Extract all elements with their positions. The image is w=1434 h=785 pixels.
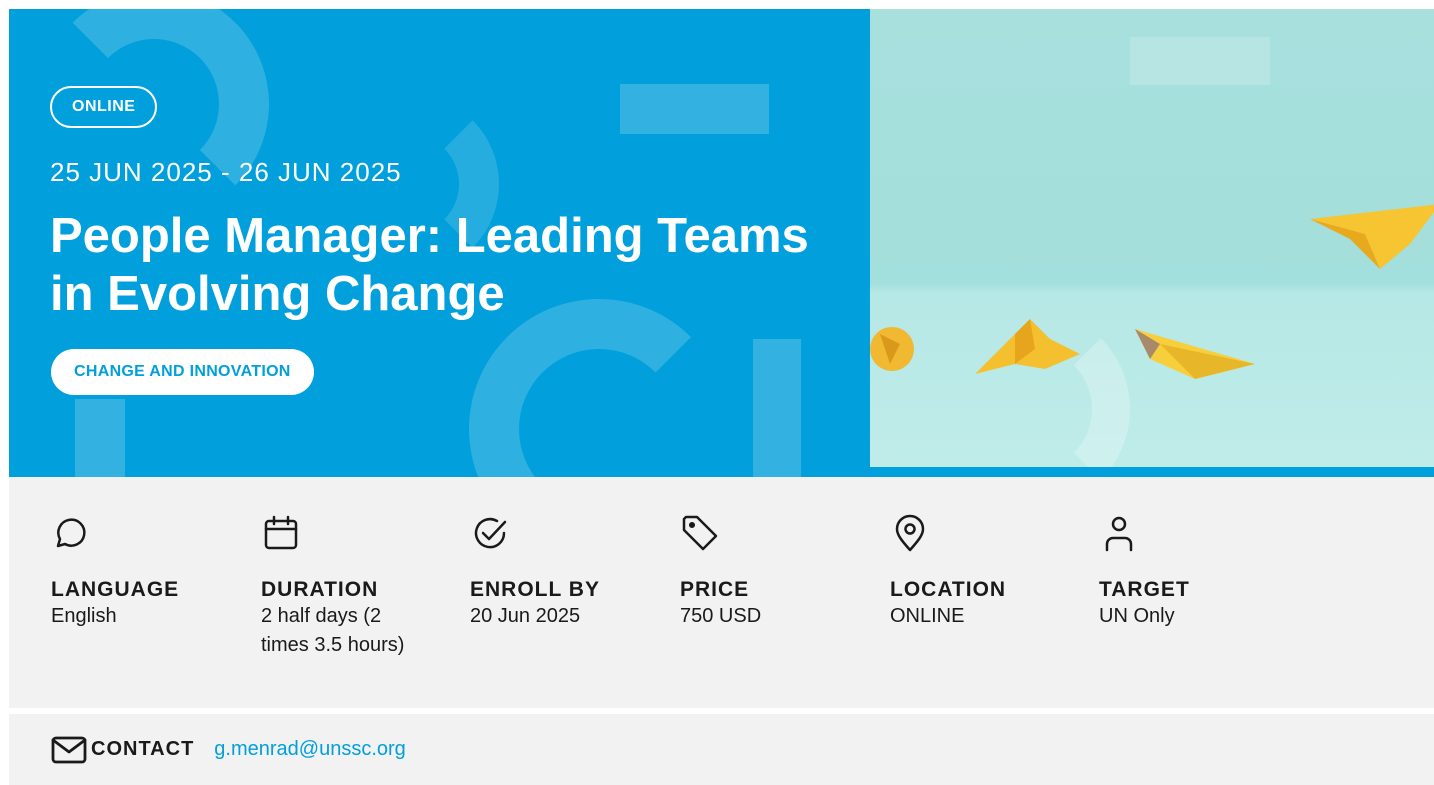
detail-value: English [51, 605, 117, 627]
decor-arc [469, 299, 729, 477]
decor-shape [753, 339, 801, 477]
detail-location: LOCATION ONLINE [890, 513, 1060, 631]
paper-planes-image [870, 9, 1434, 467]
person-icon [1105, 516, 1133, 552]
price-tag-icon [682, 515, 718, 551]
paper-ball [870, 327, 914, 371]
chat-bubble-icon [56, 518, 86, 548]
detail-enroll-by: ENROLL BY 20 Jun 2025 [470, 513, 640, 631]
paper-plane-crumpled [975, 319, 1080, 374]
detail-label: TARGET [1099, 578, 1190, 601]
envelope-icon [51, 736, 87, 763]
delivery-mode-badge: ONLINE [50, 86, 158, 128]
decor-shape [620, 84, 769, 134]
course-details-panel: LANGUAGE English DURATION 2 half days (2… [9, 477, 1434, 708]
contact-bar: CONTACT g.menrad@unssc.org [9, 714, 1434, 785]
detail-value: 2 half days (2 times 3.5 hours) [261, 605, 405, 656]
detail-label: LANGUAGE [51, 578, 180, 601]
contact-label: CONTACT [91, 738, 195, 760]
detail-value: 750 USD [680, 605, 762, 627]
calendar-icon [264, 515, 298, 550]
course-dates: 25 JUN 2025 - 26 JUN 2025 [50, 157, 402, 187]
page-title: People Manager: Leading Teams in Evolvin… [50, 209, 809, 321]
detail-value: 20 Jun 2025 [470, 605, 581, 627]
check-circle-icon [474, 517, 507, 549]
detail-label: DURATION [261, 578, 379, 601]
course-hero: ONLINE 25 JUN 2025 - 26 JUN 2025 People … [9, 9, 1434, 477]
detail-value: UN Only [1099, 605, 1175, 627]
detail-language: LANGUAGE English [51, 513, 221, 631]
decor-shape [1130, 37, 1270, 85]
detail-target: TARGET UN Only [1099, 513, 1269, 631]
contact-email-link[interactable]: g.menrad@unssc.org [214, 738, 406, 761]
detail-value: ONLINE [890, 605, 965, 627]
detail-label: LOCATION [890, 578, 1007, 601]
detail-label: PRICE [680, 578, 750, 601]
paper-plane-middle [1135, 329, 1255, 379]
detail-label: ENROLL BY [470, 578, 600, 601]
detail-duration: DURATION 2 half days (2 times 3.5 hours) [261, 513, 421, 660]
decor-shape [75, 399, 125, 477]
topic-tag-button[interactable]: CHANGE AND INNOVATION [51, 349, 314, 395]
paper-plane-right [1310, 204, 1434, 269]
detail-price: PRICE 750 USD [680, 513, 850, 631]
location-pin-icon [895, 514, 925, 552]
